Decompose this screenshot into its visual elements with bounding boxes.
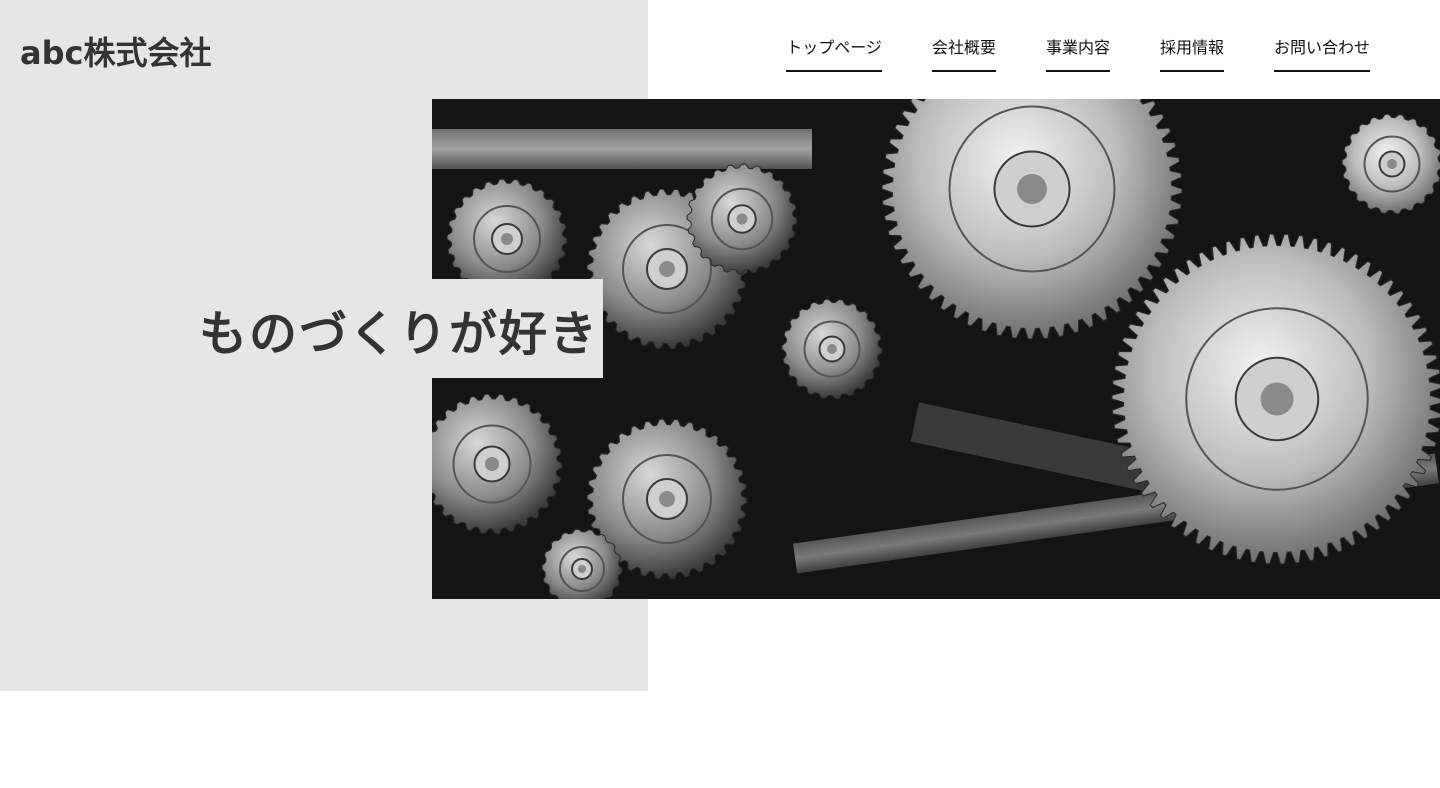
main-nav: トップページ 会社概要 事業内容 採用情報 お問い合わせ — [786, 34, 1370, 72]
hero-tagline: ものづくりが好き — [199, 279, 603, 378]
gear-nut — [1017, 174, 1047, 204]
gear-nut — [578, 565, 586, 573]
nav-item-recruit[interactable]: 採用情報 — [1159, 34, 1224, 72]
nav-item-top[interactable]: トップページ — [786, 34, 882, 72]
gear-nut — [501, 233, 513, 245]
gear-nut — [659, 491, 675, 507]
gear-nut — [1260, 382, 1294, 416]
nav-item-business[interactable]: 事業内容 — [1045, 34, 1110, 72]
gear-nut — [659, 261, 675, 277]
gear-nut — [1387, 159, 1397, 169]
gear-nut — [485, 457, 499, 471]
gear-nut — [827, 344, 837, 354]
site-logo[interactable]: abc株式会社 — [20, 28, 211, 74]
gear-nut — [736, 213, 748, 225]
nav-item-company[interactable]: 会社概要 — [931, 34, 996, 72]
nav-item-contact[interactable]: お問い合わせ — [1273, 34, 1370, 72]
